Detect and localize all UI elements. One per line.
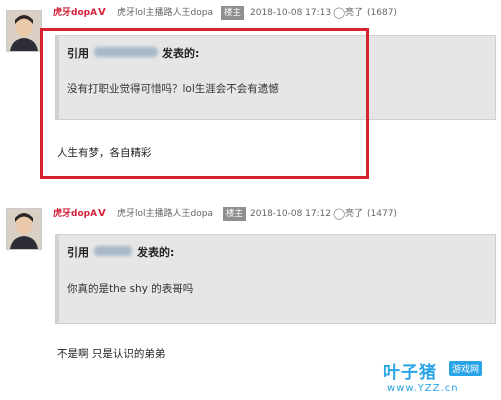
quote-prefix: 引用	[67, 246, 89, 259]
watermark-tag: 游戏网	[449, 361, 483, 376]
avatar[interactable]	[6, 10, 42, 52]
username[interactable]: 虎牙dopA	[53, 206, 97, 222]
reply-text: 不是啊 只是认识的弟弟	[57, 348, 166, 360]
like-count: (1687)	[367, 8, 397, 18]
quote-suffix: 发表的:	[162, 47, 200, 60]
quote-suffix: 发表的:	[137, 246, 175, 259]
quote-block: 引用 发表的: 你真的是the shy 的表哥吗	[55, 234, 496, 324]
verified-icon: V	[98, 208, 106, 219]
light-bulb-icon[interactable]: ◯	[333, 5, 345, 21]
watermark-url: www.YZZ.cn	[387, 383, 459, 394]
op-badge: 楼主	[221, 6, 245, 20]
post: 虎牙dopA V 虎牙lol主播路人王dopa 楼主 2018-10-08 17…	[0, 0, 501, 190]
like-button[interactable]: 亮了	[345, 5, 363, 21]
timestamp: 2018-10-08 17:13	[250, 8, 332, 18]
timestamp: 2018-10-08 17:12	[250, 209, 332, 219]
quote-text: 你真的是the shy 的表哥吗	[67, 283, 194, 295]
like-count: (1477)	[367, 209, 397, 219]
quote-text: 没有打职业觉得可惜吗？lol生涯会不会有遗憾	[67, 83, 279, 95]
user-title: 虎牙lol主播路人王dopa	[117, 8, 213, 18]
quote-prefix: 引用	[67, 47, 89, 60]
site-watermark: 叶子猪 游戏网 www.YZZ.cn	[375, 356, 501, 400]
blurred-username	[94, 246, 132, 256]
reply-text: 人生有梦，各自精彩	[57, 147, 152, 159]
like-button[interactable]: 亮了	[345, 206, 363, 222]
username[interactable]: 虎牙dopA	[53, 5, 97, 21]
user-title: 虎牙lol主播路人王dopa	[117, 209, 213, 219]
blurred-username	[94, 47, 158, 57]
light-bulb-icon[interactable]: ◯	[333, 206, 345, 222]
op-badge: 楼主	[223, 207, 247, 221]
quote-block: 引用 发表的: 没有打职业觉得可惜吗？lol生涯会不会有遗憾	[55, 35, 496, 120]
avatar[interactable]	[6, 208, 42, 250]
watermark-brand: 叶子猪	[383, 363, 437, 383]
verified-icon: V	[98, 7, 106, 18]
